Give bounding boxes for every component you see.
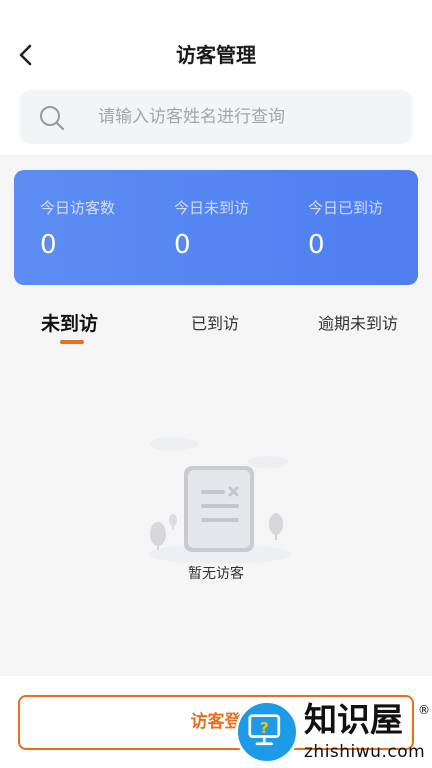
search-input[interactable]: 请输入访客姓名进行查询 xyxy=(20,90,412,144)
stat-today-visitors: 今日访客数 0 xyxy=(40,198,115,260)
empty-state-text: 暂无访客 xyxy=(188,566,244,582)
stat-label: 今日未到访 xyxy=(174,199,250,217)
tab-overdue[interactable]: 逾期未到访 xyxy=(318,310,398,338)
stat-label: 今日已到访 xyxy=(308,199,384,217)
watermark-text: 知识屋 xyxy=(304,700,403,739)
svg-text:?: ? xyxy=(260,719,269,737)
empty-document-icon xyxy=(148,437,292,564)
stats-card: 今日访客数 0 今日未到访 0 今日已到访 0 xyxy=(14,170,418,285)
search-icon xyxy=(40,106,65,131)
page-title: 访客管理 xyxy=(176,43,256,67)
stat-value: 0 xyxy=(308,230,325,260)
watermark-url: zhishiwu.com xyxy=(304,742,426,762)
stat-label: 今日访客数 xyxy=(40,199,116,217)
tab-arrived[interactable]: 已到访 xyxy=(191,310,239,338)
tab-not-arrived[interactable]: 未到访 xyxy=(41,310,98,338)
stat-today-arrived: 今日已到访 0 xyxy=(308,198,383,260)
stat-value: 0 xyxy=(40,230,57,260)
monitor-question-icon: ? xyxy=(235,700,299,764)
watermark-registered: ® xyxy=(418,703,430,717)
active-tab-indicator xyxy=(60,340,84,344)
top-bar: 访客管理 请输入访客姓名进行查询 xyxy=(0,0,432,155)
search-placeholder: 请输入访客姓名进行查询 xyxy=(98,107,285,127)
stat-today-not-arrived: 今日未到访 0 xyxy=(174,198,249,260)
stat-value: 0 xyxy=(174,230,191,260)
